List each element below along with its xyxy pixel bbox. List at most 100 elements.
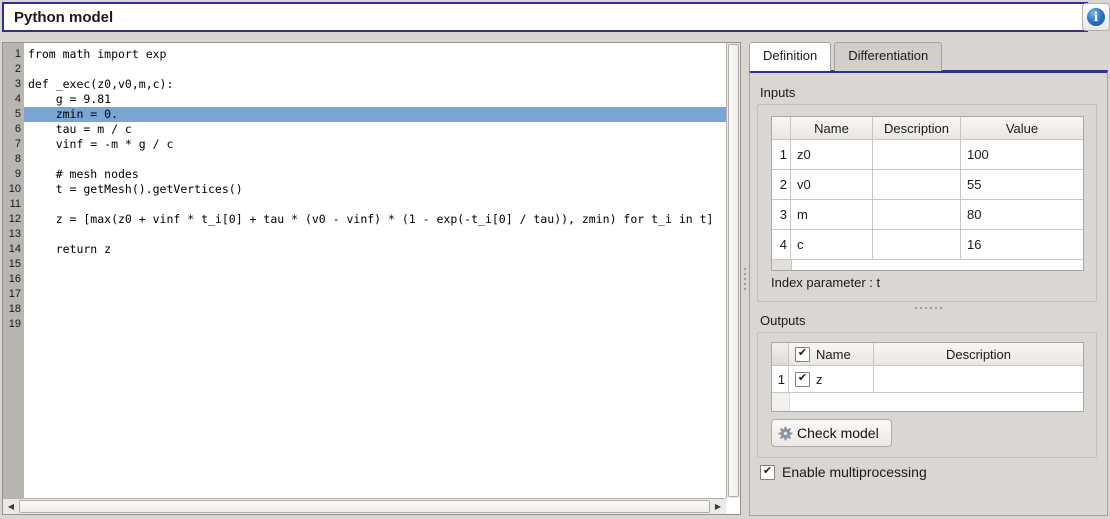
line-number: 9 (3, 167, 24, 182)
horizontal-splitter-handle[interactable] (750, 304, 1107, 312)
outputs-table-empty-area (772, 393, 1083, 411)
code-line[interactable]: def _exec(z0,v0,m,c): (24, 77, 726, 92)
inputs-col-value: Value (961, 117, 1083, 140)
code-line[interactable] (24, 62, 726, 77)
code-line[interactable] (24, 227, 726, 242)
code-line[interactable]: tau = m / c (24, 122, 726, 137)
input-value-cell[interactable]: 100 (961, 140, 1083, 170)
check-model-label: Check model (797, 425, 879, 441)
code-line[interactable] (24, 287, 726, 302)
line-number: 15 (3, 257, 24, 272)
line-number: 8 (3, 152, 24, 167)
output-description-cell[interactable] (874, 366, 1083, 393)
scroll-left-arrow-icon[interactable]: ◀ (3, 499, 19, 514)
inputs-table: Name Description Value 1z01002v0553m804c… (771, 116, 1084, 271)
model-definition-panel: Definition Differentiation Inputs Name D… (749, 42, 1108, 515)
line-number: 17 (3, 287, 24, 302)
line-number: 13 (3, 227, 24, 242)
enable-multiprocessing-row: ✔ Enable multiprocessing (760, 464, 927, 480)
outputs-table-header: ✔ Name Description (772, 343, 1083, 366)
code-line[interactable]: # mesh nodes (24, 167, 726, 182)
code-line[interactable] (24, 302, 726, 317)
editor-horizontal-scrollbar[interactable]: ◀ ▶ (3, 498, 726, 514)
line-number: 6 (3, 122, 24, 137)
table-row: 1✔z (772, 366, 1083, 393)
inputs-group-title: Inputs (760, 85, 795, 100)
input-value-cell[interactable]: 55 (961, 170, 1083, 200)
info-icon: i (1087, 8, 1105, 26)
code-line[interactable] (24, 272, 726, 287)
outputs-groupbox: ✔ Name Description 1✔z (757, 332, 1097, 458)
definition-tab-pane: Inputs Name Description Value 1z01002v05… (749, 70, 1108, 516)
scroll-right-arrow-icon[interactable]: ▶ (710, 499, 726, 514)
line-number: 4 (3, 92, 24, 107)
outputs-group-title: Outputs (760, 313, 806, 328)
code-line[interactable] (24, 197, 726, 212)
check-model-button[interactable]: Check model (771, 419, 892, 447)
input-name-cell[interactable]: v0 (791, 170, 873, 200)
gear-icon (778, 426, 793, 441)
code-line[interactable]: t = getMesh().getVertices() (24, 182, 726, 197)
code-line[interactable]: zmin = 0. (24, 107, 726, 122)
outputs-col-description: Description (874, 343, 1083, 366)
table-row: 4c 16 (772, 230, 1083, 260)
table-row: 1z0 100 (772, 140, 1083, 170)
enable-multiprocessing-checkbox[interactable]: ✔ (760, 465, 775, 480)
line-number: 11 (3, 197, 24, 212)
input-description-cell[interactable] (873, 140, 961, 170)
input-value-cell[interactable]: 80 (961, 200, 1083, 230)
model-title-box: Python model (2, 2, 1088, 32)
code-line[interactable] (24, 152, 726, 167)
row-number: 1 (772, 140, 791, 170)
row-number: 3 (772, 200, 791, 230)
info-button[interactable]: i (1082, 3, 1110, 31)
inputs-table-header: Name Description Value (772, 117, 1083, 140)
input-name-cell[interactable]: c (791, 230, 873, 260)
code-line[interactable]: return z (24, 242, 726, 257)
row-number: 1 (772, 366, 789, 393)
code-line[interactable] (24, 317, 726, 332)
corner-header-cell (772, 117, 791, 140)
editor-code[interactable]: from math import exp def _exec(z0,v0,m,c)… (24, 43, 726, 498)
line-number: 19 (3, 317, 24, 332)
line-number: 16 (3, 272, 24, 287)
index-parameter-label: Index parameter : t (771, 275, 880, 290)
page-title: Python model (14, 9, 113, 26)
line-number: 3 (3, 77, 24, 92)
output-name-cell[interactable]: ✔z (789, 366, 874, 393)
line-number: 12 (3, 212, 24, 227)
tab-definition[interactable]: Definition (749, 42, 831, 71)
corner-header-cell (772, 343, 789, 366)
table-row: 3m 80 (772, 200, 1083, 230)
input-description-cell[interactable] (873, 230, 961, 260)
row-number: 4 (772, 230, 791, 260)
editor-gutter: 12345678910111213141516171819 (3, 43, 24, 498)
input-name-cell[interactable]: m (791, 200, 873, 230)
code-line[interactable] (24, 257, 726, 272)
line-number: 14 (3, 242, 24, 257)
tab-bar: Definition Differentiation (749, 42, 1108, 71)
table-row: 2v055 (772, 170, 1083, 200)
input-description-cell[interactable] (873, 170, 961, 200)
input-value-cell[interactable]: 16 (961, 230, 1083, 260)
inputs-table-scroll-strip (772, 260, 1083, 270)
input-name-cell[interactable]: z0 (791, 140, 873, 170)
inputs-groupbox: Name Description Value 1z01002v0553m804c… (757, 104, 1097, 302)
code-line[interactable]: z = [max(z0 + vinf * t_i[0] + tau * (v0 … (24, 212, 726, 227)
tab-differentiation[interactable]: Differentiation (834, 42, 942, 71)
vertical-splitter-handle[interactable] (741, 42, 749, 515)
horizontal-scroll-thumb[interactable] (19, 500, 710, 513)
line-number: 1 (3, 47, 24, 62)
inputs-col-name: Name (791, 117, 873, 140)
output-row-checkbox[interactable]: ✔ (795, 372, 810, 387)
python-code-editor[interactable]: 12345678910111213141516171819 from math … (2, 42, 741, 515)
input-description-cell[interactable] (873, 200, 961, 230)
editor-vertical-scrollbar[interactable] (726, 43, 740, 498)
line-number: 18 (3, 302, 24, 317)
code-line[interactable]: vinf = -m * g / c (24, 137, 726, 152)
code-line[interactable]: g = 9.81 (24, 92, 726, 107)
vertical-scroll-thumb[interactable] (728, 44, 739, 497)
code-line[interactable]: from math import exp (24, 47, 726, 62)
line-number: 7 (3, 137, 24, 152)
select-all-outputs-checkbox[interactable]: ✔ (795, 347, 810, 362)
